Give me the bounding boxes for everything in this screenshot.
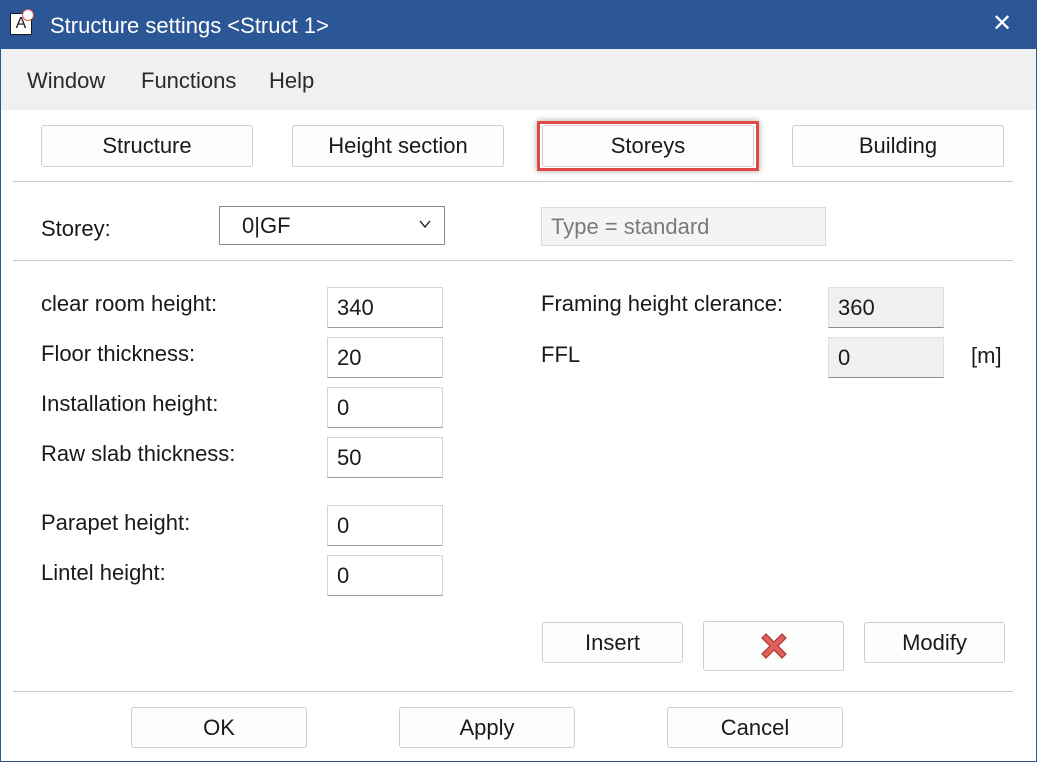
clear-room-height-input[interactable]: 340 xyxy=(327,287,443,328)
chevron-down-icon xyxy=(419,220,431,229)
storeys-tab-highlight xyxy=(537,121,759,171)
tab-height-section[interactable]: Height section xyxy=(292,125,504,167)
installation-height-input[interactable]: 0 xyxy=(327,387,443,428)
framing-height-clearance-field: 360 xyxy=(828,287,944,328)
menu-help[interactable]: Help xyxy=(269,49,314,111)
ffl-label: FFL xyxy=(541,342,581,367)
app-icon: A xyxy=(10,9,34,35)
installation-height-label: Installation height: xyxy=(41,391,219,416)
dialog-content: Structure Height section Storeys Buildin… xyxy=(1,110,1036,761)
red-x-icon xyxy=(760,633,787,659)
parapet-height-input[interactable]: 0 xyxy=(327,505,443,546)
apply-button[interactable]: Apply xyxy=(399,707,575,748)
storey-type-field: Type = standard xyxy=(541,207,826,246)
menu-window[interactable]: Window xyxy=(27,49,105,111)
modify-button[interactable]: Modify xyxy=(864,622,1005,663)
app-badge-icon xyxy=(22,9,34,21)
storey-dropdown[interactable]: 0|GF xyxy=(219,206,445,245)
title-bar[interactable]: A Structure settings <Struct 1> ✕ xyxy=(1,1,1036,49)
parapet-height-label: Parapet height: xyxy=(41,510,191,535)
storey-dropdown-value: 0|GF xyxy=(242,212,291,238)
menu-functions[interactable]: Functions xyxy=(141,49,236,111)
floor-thickness-label: Floor thickness: xyxy=(41,341,196,366)
ffl-field: 0 xyxy=(828,337,944,378)
structure-settings-window: A Structure settings <Struct 1> ✕ Window… xyxy=(0,0,1037,762)
raw-slab-thickness-label: Raw slab thickness: xyxy=(41,441,236,466)
separator xyxy=(13,260,1013,261)
delete-button[interactable] xyxy=(703,621,844,671)
separator xyxy=(13,691,1013,692)
insert-button[interactable]: Insert xyxy=(542,622,683,663)
window-title: Structure settings <Struct 1> xyxy=(50,13,329,38)
floor-thickness-input[interactable]: 20 xyxy=(327,337,443,378)
lintel-height-label: Lintel height: xyxy=(41,560,166,585)
ok-button[interactable]: OK xyxy=(131,707,307,748)
close-button[interactable]: ✕ xyxy=(986,7,1018,41)
storey-label: Storey: xyxy=(41,216,111,241)
separator xyxy=(13,181,1013,182)
lintel-height-input[interactable]: 0 xyxy=(327,555,443,596)
raw-slab-thickness-input[interactable]: 50 xyxy=(327,437,443,478)
clear-room-height-label: clear room height: xyxy=(41,291,218,316)
framing-height-clearance-label: Framing height clerance: xyxy=(541,291,784,316)
cancel-button[interactable]: Cancel xyxy=(667,707,843,748)
menu-bar: Window Functions Help xyxy=(1,49,1036,109)
unit-label: [m] xyxy=(971,343,1002,368)
tab-building[interactable]: Building xyxy=(792,125,1004,167)
tab-structure[interactable]: Structure xyxy=(41,125,253,167)
